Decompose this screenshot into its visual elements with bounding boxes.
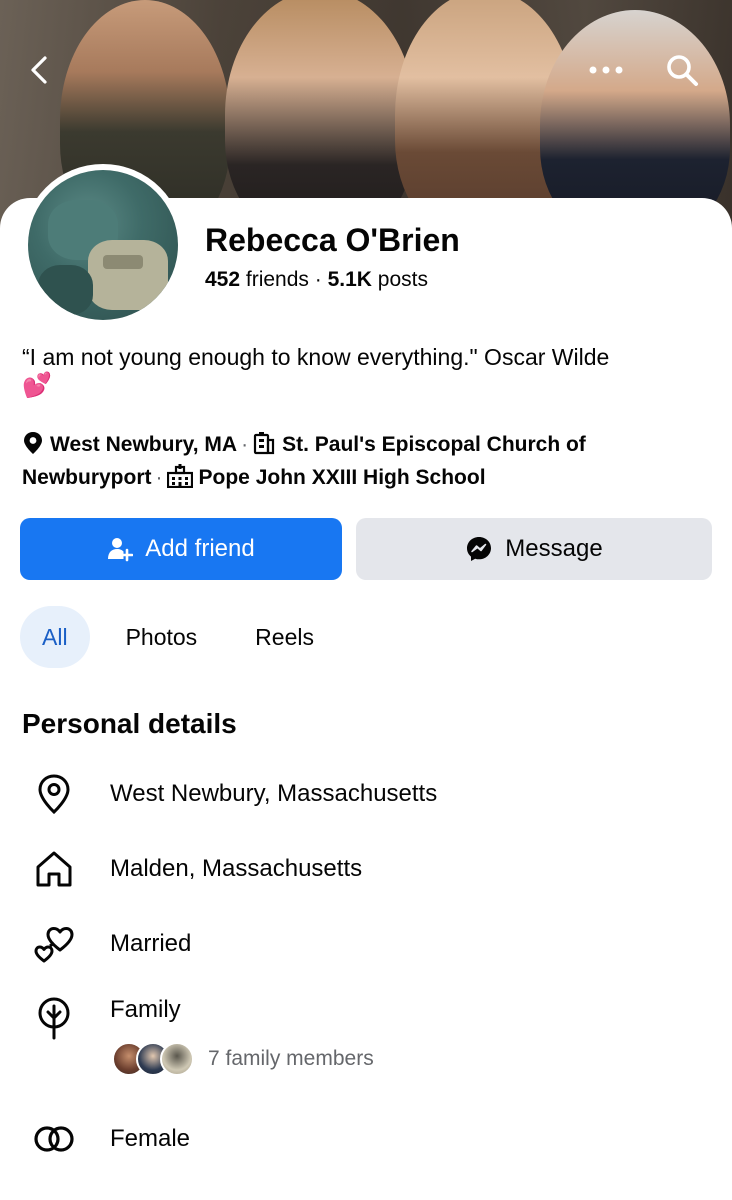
friends-count[interactable]: 452 xyxy=(205,268,240,291)
relationship-text: Married xyxy=(110,930,192,957)
bio-text: “I am not young enough to know everythin… xyxy=(22,344,610,370)
counts-dot: · xyxy=(308,268,328,291)
tab-all[interactable]: All xyxy=(20,606,90,668)
friends-label: friends xyxy=(240,268,309,291)
search-button[interactable] xyxy=(660,48,704,92)
tab-photos[interactable]: Photos xyxy=(104,606,220,668)
gender-rings-icon xyxy=(34,1126,74,1152)
add-friend-label: Add friend xyxy=(145,535,255,562)
add-person-icon xyxy=(108,538,134,562)
intro-school: Pope John XXIII High School xyxy=(198,466,486,489)
hometown-icon-wrap xyxy=(32,847,76,891)
profile-avatar[interactable] xyxy=(22,164,184,326)
tab-reels[interactable]: Reels xyxy=(233,606,336,668)
avatar-photo xyxy=(28,170,178,320)
search-icon xyxy=(667,55,698,86)
current-city-icon-wrap xyxy=(32,772,76,816)
posts-label: posts xyxy=(371,268,428,291)
chevron-left-icon xyxy=(31,56,47,84)
bio-emoji: 💕 xyxy=(22,372,52,399)
profile-intro-line: West Newbury, MA · St. Paul's Episcopal Ch… xyxy=(22,428,712,494)
family-avatars[interactable] xyxy=(112,1042,194,1076)
profile-counts: 452 friends · 5.1K posts xyxy=(205,268,428,292)
more-dots-icon xyxy=(589,66,623,74)
school-icon xyxy=(166,464,193,489)
gender-icon-wrap xyxy=(32,1117,76,1161)
intro-location: West Newbury, MA xyxy=(50,433,238,456)
current-city-text: West Newbury, Massachusetts xyxy=(110,780,438,807)
hometown-text: Malden, Massachusetts xyxy=(110,855,363,882)
family-avatar-3 xyxy=(160,1042,194,1076)
location-pin-icon xyxy=(24,432,42,454)
profile-tabs: All Photos Reels xyxy=(20,606,350,668)
relationship-icon-wrap xyxy=(32,922,76,966)
messenger-icon xyxy=(467,537,492,561)
family-icon-wrap xyxy=(32,996,76,1040)
home-icon xyxy=(36,851,72,887)
profile-name: Rebecca O'Brien xyxy=(205,222,460,258)
family-label: Family xyxy=(110,996,181,1023)
location-pin-outline-icon xyxy=(38,774,70,814)
detail-relationship[interactable]: Married xyxy=(0,920,732,970)
family-members-count[interactable]: 7 family members xyxy=(208,1047,374,1071)
message-button[interactable]: Message xyxy=(356,518,712,580)
gender-text: Female xyxy=(110,1125,191,1152)
building-icon xyxy=(253,432,275,455)
hearts-icon xyxy=(34,927,74,963)
more-options-button[interactable] xyxy=(584,48,628,92)
family-tree-icon xyxy=(38,997,70,1040)
detail-current-city[interactable]: West Newbury, Massachusetts xyxy=(0,770,732,820)
profile-bio: “I am not young enough to know everythin… xyxy=(22,342,712,400)
detail-gender[interactable]: Female xyxy=(0,1115,732,1165)
add-friend-button[interactable]: Add friend xyxy=(20,518,342,580)
intro-separator-2: · xyxy=(155,466,163,489)
personal-details-title: Personal details xyxy=(22,708,237,739)
message-label: Message xyxy=(505,535,603,562)
detail-hometown[interactable]: Malden, Massachusetts xyxy=(0,845,732,895)
posts-count: 5.1K xyxy=(327,268,372,291)
back-button[interactable] xyxy=(18,48,62,92)
intro-separator: · xyxy=(241,433,249,456)
